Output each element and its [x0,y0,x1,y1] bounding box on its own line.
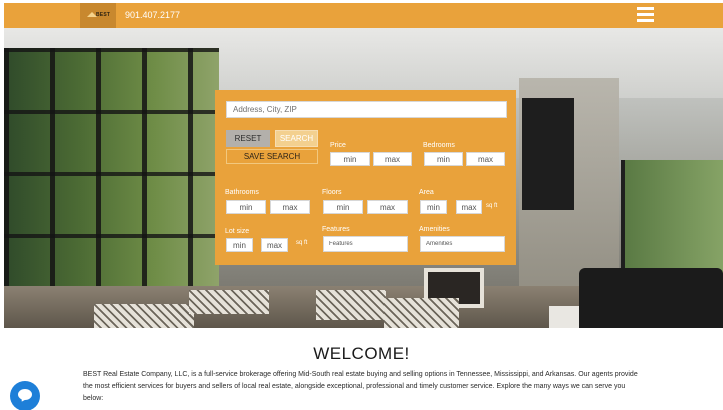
bedrooms-label: Bedrooms [423,142,455,149]
lot-size-label: Lot size [225,228,250,235]
page: BEST 901.407.2177 RESET SEARCH SAVE SEAR… [0,0,723,410]
features-input[interactable] [323,236,408,252]
site-header: BEST 901.407.2177 [4,3,723,28]
reset-button[interactable]: RESET [226,130,270,147]
price-min-input[interactable] [330,152,370,166]
floors-label: Floors [322,189,342,196]
price-max-input[interactable] [373,152,412,166]
price-label: Price [330,142,346,149]
amenities-input[interactable] [420,236,505,252]
area-min-input[interactable] [420,200,447,214]
area-max-input[interactable] [456,200,482,214]
welcome-title: WELCOME! [313,344,410,363]
lot-size-max-input[interactable] [261,238,288,252]
chat-bubble-icon [18,389,32,400]
bedrooms-max-input[interactable] [466,152,505,166]
property-search-panel: RESET SEARCH SAVE SEARCH Price Bedrooms … [215,90,516,265]
phone-number[interactable]: 901.407.2177 [125,10,180,20]
area-label: Area [419,189,434,196]
floors-max-input[interactable] [367,200,408,214]
logo-text: BEST [96,12,111,18]
lot-size-min-input[interactable] [226,238,253,252]
welcome-text: BEST Real Estate Company, LLC, is a full… [83,371,638,402]
search-button[interactable]: SEARCH [275,130,318,147]
save-search-button[interactable]: SAVE SEARCH [226,149,318,164]
site-logo[interactable]: BEST [80,3,116,28]
lot-size-unit: sq ft [296,240,308,246]
features-label: Features [322,226,350,233]
chat-button[interactable] [10,381,40,410]
bedrooms-min-input[interactable] [424,152,463,166]
bathrooms-label: Bathrooms [225,189,259,196]
hamburger-menu-icon[interactable] [637,7,654,24]
amenities-label: Amenities [419,226,450,233]
area-unit: sq ft [486,203,498,209]
bathrooms-min-input[interactable] [226,200,266,214]
bathrooms-max-input[interactable] [270,200,310,214]
floors-min-input[interactable] [323,200,363,214]
address-search-input[interactable] [226,101,507,118]
